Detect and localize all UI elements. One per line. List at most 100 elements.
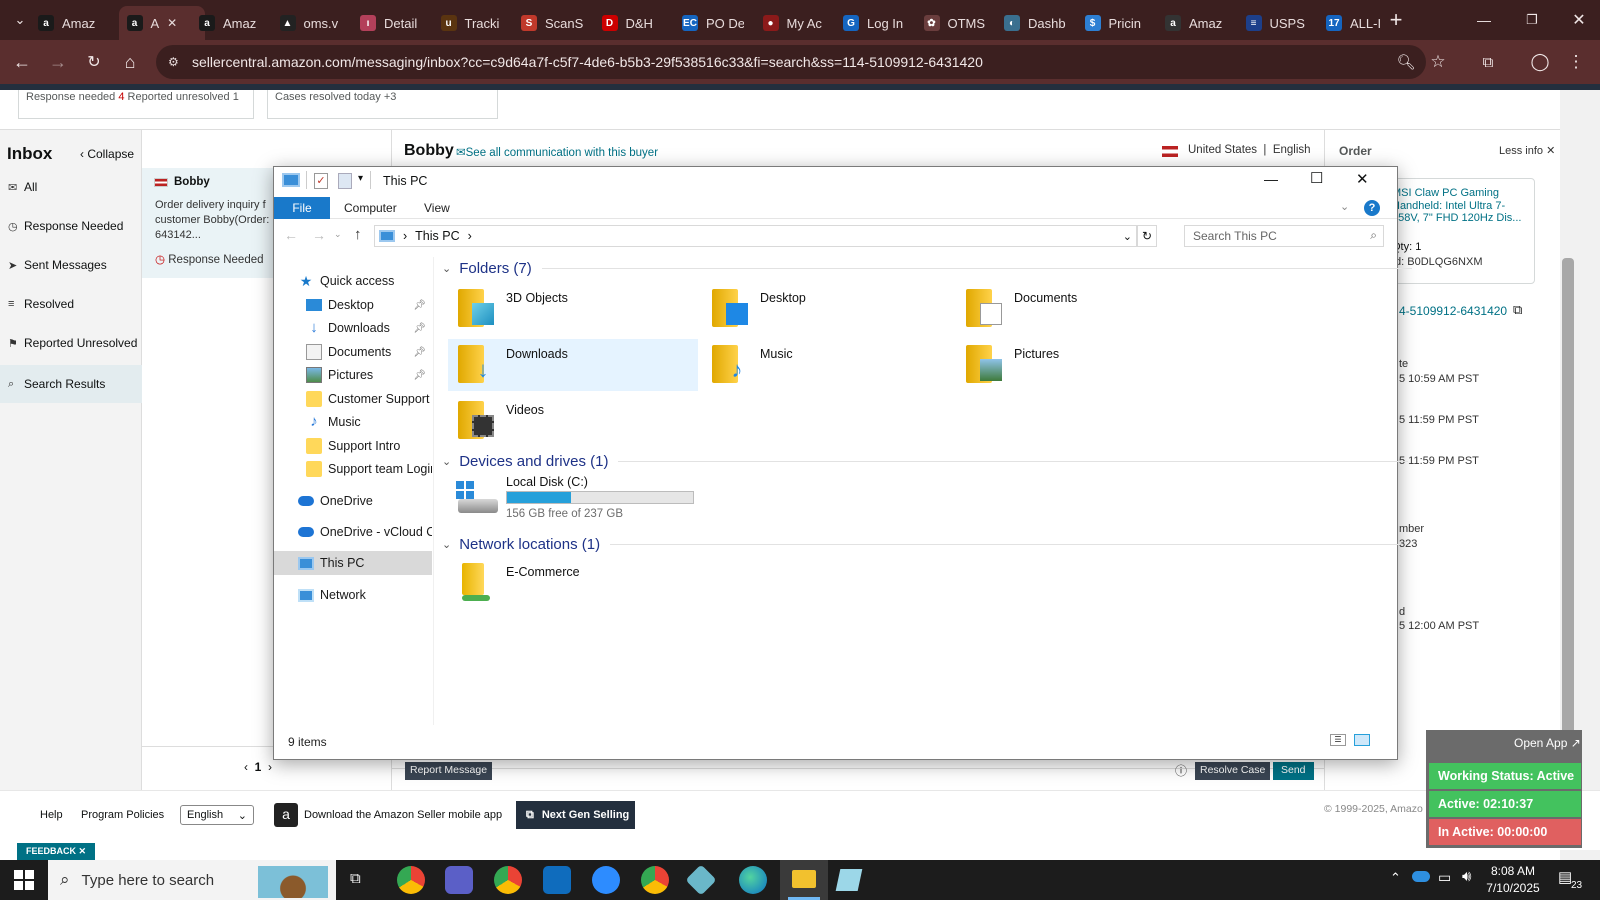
browser-tab[interactable]: a Amaz: [38, 6, 100, 40]
pagination[interactable]: ‹ 1 ›: [244, 760, 272, 774]
send-button[interactable]: Send: [1273, 762, 1314, 780]
task-view-icon[interactable]: ⧉: [350, 870, 361, 887]
forward-arrow-icon[interactable]: →: [312, 227, 326, 243]
details-view-icon[interactable]: ☰: [1330, 734, 1346, 746]
outlook-icon[interactable]: [543, 866, 571, 894]
ribbon-tab-view[interactable]: View: [410, 197, 464, 219]
network-location-e-commerce[interactable]: E-Commerce: [448, 557, 708, 609]
language-select[interactable]: English ⌄: [180, 805, 254, 825]
chrome-icon[interactable]: [397, 866, 425, 894]
large-icons-view-icon[interactable]: [1354, 734, 1370, 746]
help-icon[interactable]: ?: [1364, 200, 1380, 216]
explorer-close-button[interactable]: ✕: [1356, 170, 1369, 188]
show-hidden-icons[interactable]: ⌃: [1390, 870, 1401, 886]
folder-item-documents[interactable]: Documents: [956, 283, 1206, 335]
back-arrow-icon[interactable]: ←: [284, 227, 298, 243]
tab-search-icon[interactable]: ⌄: [6, 6, 34, 34]
browser-tab[interactable]: EC PO De: [682, 6, 744, 40]
clock[interactable]: 8:08 AM 7/10/2025: [1478, 863, 1548, 897]
nav-response-needed[interactable]: ◷ Response Needed: [8, 219, 123, 233]
browser-tab[interactable]: S ScanS: [521, 6, 583, 40]
ribbon-tab-computer[interactable]: Computer: [330, 197, 411, 219]
group-header-folders[interactable]: ⌄ Folders (7): [442, 260, 1412, 277]
browser-tab[interactable]: ◐ Dashb: [1004, 6, 1066, 40]
windows-start-icon[interactable]: [14, 870, 34, 890]
folder-item-videos[interactable]: Videos: [448, 395, 698, 447]
nav-item-quick-access[interactable]: ★ Quick access: [274, 269, 432, 293]
nav-item-downloads[interactable]: ↓ Downloads 📌︎: [274, 316, 432, 340]
browser-tab[interactable]: a Amaz: [1165, 6, 1227, 40]
nav-sent-messages[interactable]: ➤ Sent Messages: [8, 258, 107, 272]
nav-item-customer-support[interactable]: Customer Support: [274, 387, 432, 411]
nav-item-support-intro[interactable]: Support Intro: [274, 434, 432, 458]
zoom-app-icon[interactable]: [592, 866, 620, 894]
info-icon[interactable]: ⓘ: [1175, 762, 1187, 779]
recent-locations-icon[interactable]: ⌄: [334, 229, 342, 240]
less-info-button[interactable]: Less info ✕: [1499, 144, 1555, 157]
drive-item-local-disk[interactable]: Local Disk (C:) 156 GB free of 237 GB: [448, 473, 708, 525]
reload-icon[interactable]: ↻: [80, 48, 108, 76]
extensions-icon[interactable]: ⧉: [1474, 48, 1502, 76]
back-arrow-icon[interactable]: ←: [8, 48, 36, 76]
browser-tab[interactable]: ı Detail: [360, 6, 422, 40]
home-icon[interactable]: ⌂: [116, 48, 144, 76]
taskbar-search-box[interactable]: ⌕ Type here to search: [48, 860, 336, 900]
resolve-case-button[interactable]: Resolve Case: [1195, 762, 1271, 780]
onedrive-tray-icon[interactable]: [1412, 871, 1430, 882]
product-title-link[interactable]: MSI Claw PC Gaming Handheld: Intel Ultra…: [1392, 187, 1530, 225]
browser-tab[interactable]: D D&H: [601, 6, 664, 40]
browser-tab[interactable]: $ Pricin: [1084, 6, 1147, 40]
nav-item-onedrive-vcloud-cl[interactable]: OneDrive - vCloud Cl: [274, 520, 432, 544]
bookmark-star-icon[interactable]: ☆: [1424, 48, 1452, 76]
explorer-address-bar[interactable]: › This PC › ⌄: [374, 225, 1137, 247]
folder-item-downloads[interactable]: ↓ Downloads: [448, 339, 698, 391]
response-needed-card[interactable]: Response needed 4 Reported unresolved 1: [18, 90, 254, 119]
collapse-button[interactable]: ‹ Collapse: [80, 147, 134, 161]
pin-icon[interactable]: 📌︎: [413, 347, 426, 358]
close-window-button[interactable]: ✕: [1565, 6, 1593, 34]
forward-arrow-icon[interactable]: →: [44, 48, 72, 76]
folder-item-3d-objects[interactable]: 3D Objects: [448, 283, 698, 335]
pin-icon[interactable]: 📌︎: [413, 300, 426, 311]
site-info-icon[interactable]: ⚙: [168, 55, 182, 69]
help-link[interactable]: Help: [40, 809, 63, 821]
report-message-button[interactable]: Report Message: [405, 762, 493, 780]
nav-item-music[interactable]: ♪ Music: [274, 410, 432, 434]
nav-item-this-pc[interactable]: This PC: [274, 551, 432, 575]
nav-resolved[interactable]: ≡ Resolved: [8, 297, 74, 311]
app-diamond-icon[interactable]: [685, 864, 717, 896]
breadcrumb-this-pc[interactable]: This PC: [415, 229, 459, 243]
ribbon-tab-file[interactable]: File: [274, 197, 330, 219]
cases-resolved-card[interactable]: Cases resolved today +3: [267, 90, 498, 119]
see-all-link[interactable]: ✉See all communication with this buyer: [456, 145, 658, 159]
folder-item-pictures[interactable]: Pictures: [956, 339, 1206, 391]
nav-item-pictures[interactable]: Pictures 📌︎: [274, 363, 432, 387]
expand-ribbon-icon[interactable]: ⌄: [1340, 200, 1349, 213]
properties-icon[interactable]: ✓: [314, 173, 328, 189]
browser-tab[interactable]: G Log In: [843, 6, 905, 40]
nav-item-documents[interactable]: Documents 📌︎: [274, 340, 432, 364]
download-app-link[interactable]: Download the Amazon Seller mobile app: [304, 809, 502, 821]
edge-icon[interactable]: [739, 866, 767, 894]
profile-icon[interactable]: ◯: [1526, 48, 1554, 76]
browser-tab[interactable]: u Tracki: [440, 6, 503, 40]
minimize-window-button[interactable]: —: [1470, 6, 1498, 34]
url-bar[interactable]: ⚙ sellercentral.amazon.com/messaging/inb…: [156, 45, 1426, 79]
program-policies-link[interactable]: Program Policies: [81, 809, 164, 821]
browser-menu-icon[interactable]: ⋮: [1562, 48, 1590, 76]
close-tab-icon[interactable]: ✕: [167, 16, 177, 30]
nav-all[interactable]: ✉ All: [8, 180, 37, 194]
browser-tab[interactable]: ● My Ac: [762, 6, 825, 40]
restore-window-button[interactable]: ❐: [1518, 6, 1546, 34]
browser-tab[interactable]: ≡ USPS: [1245, 6, 1308, 40]
browser-tab[interactable]: 17 ALL-I: [1326, 6, 1388, 40]
browser-tab[interactable]: ✿ OTMS: [923, 6, 986, 40]
folder-item-music[interactable]: ♪ Music: [702, 339, 952, 391]
order-id-link[interactable]: 4-5109912-6431420: [1399, 304, 1507, 318]
group-header-devices[interactable]: ⌄ Devices and drives (1): [442, 453, 1409, 470]
new-tab-button[interactable]: +: [1382, 6, 1410, 34]
open-app-button[interactable]: Open App ↗: [1514, 736, 1581, 750]
nav-item-desktop[interactable]: Desktop 📌︎: [274, 293, 432, 317]
teams-icon[interactable]: [445, 866, 473, 894]
up-arrow-icon[interactable]: ↑: [354, 226, 362, 243]
